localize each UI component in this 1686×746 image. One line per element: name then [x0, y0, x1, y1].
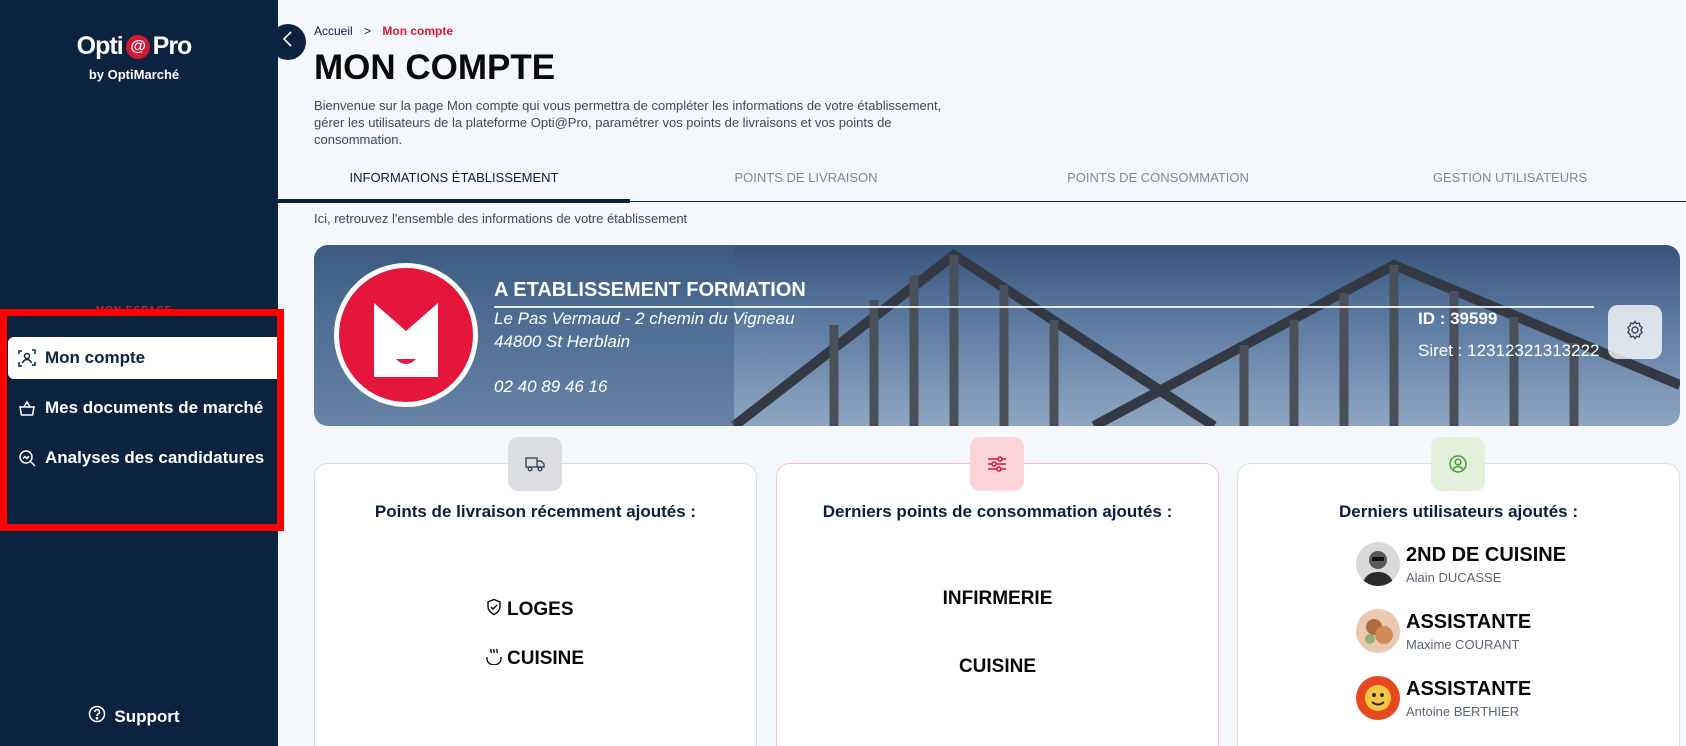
sidebar-item-mon-compte[interactable]: Mon compte [8, 337, 278, 379]
user-scan-icon [18, 349, 36, 367]
card-recent-users: Derniers utilisateurs ajoutés : 2ND DE C… [1237, 437, 1680, 746]
search-chart-icon [18, 449, 36, 467]
avatar [1356, 609, 1400, 653]
user-circle-icon [1431, 437, 1485, 491]
user-role: ASSISTANTE [1406, 610, 1532, 633]
list-item[interactable]: CUISINE [485, 647, 584, 671]
user-name: Maxime COURANT [1406, 636, 1520, 652]
breadcrumb-current: Mon compte [382, 24, 454, 38]
sidebar-item-documents-marche[interactable]: Mes documents de marché [8, 387, 278, 429]
sidebar-collapse-button[interactable] [270, 24, 306, 60]
m-logo-icon [374, 303, 438, 377]
tab-points-livraison[interactable]: POINTS DE LIVRAISON [630, 166, 982, 201]
chevron-left-icon [281, 30, 295, 54]
establishment-address-line2: 44800 St Herblain [494, 332, 631, 351]
main-content: Accueil > Mon compte MON COMPTE Bienvenu… [278, 0, 1686, 746]
truck-icon [508, 437, 562, 491]
page-title: MON COMPTE [314, 48, 556, 87]
user-role: 2ND DE CUISINE [1406, 543, 1567, 566]
shield-check-icon [485, 598, 503, 622]
brand-name-left: Opti [76, 32, 124, 60]
sidebar-section-label: MON ESPACE [95, 305, 173, 316]
tab-gestion-utilisateurs[interactable]: GESTION UTILISATEURS [1334, 166, 1686, 201]
establishment-siret: Siret : 12312321313222 [1418, 341, 1600, 360]
tab-bar: INFORMATIONS ÉTABLISSEMENT POINTS DE LIV… [278, 166, 1686, 203]
banner-divider [494, 306, 1594, 308]
card-title: Derniers utilisateurs ajoutés : [1338, 502, 1579, 521]
user-name: Antoine BERTHIER [1406, 703, 1520, 719]
tab-description: Ici, retrouvez l'ensemble des informatio… [314, 211, 688, 226]
sidebar-item-label: Mon compte [45, 348, 146, 367]
card-recent-consumption-points: Derniers points de consommation ajoutés … [776, 437, 1219, 746]
avatar [1356, 542, 1400, 586]
gear-icon [1625, 319, 1645, 345]
card-recent-delivery-points: Points de livraison récemment ajoutés : … [314, 437, 757, 746]
delivery-point-label: CUISINE [507, 648, 585, 669]
sliders-icon [970, 437, 1024, 491]
basket-icon [18, 399, 36, 417]
establishment-phone: 02 40 89 46 16 [494, 377, 608, 396]
sidebar: Opti @ Pro by OptiMarché MON ESPACE Mon … [0, 0, 278, 746]
breadcrumb-separator: > [364, 24, 372, 38]
brand-at-symbol: @ [125, 34, 150, 59]
establishment-id: ID : 39599 [1418, 309, 1498, 328]
user-role: ASSISTANTE [1406, 677, 1532, 700]
brand-logo[interactable]: Opti @ Pro by OptiMarché [0, 32, 268, 82]
support-link[interactable]: Support [0, 705, 268, 728]
list-item[interactable]: CUISINE [777, 656, 1218, 678]
brand-subtitle: by OptiMarché [88, 67, 180, 82]
tab-points-consommation[interactable]: POINTS DE CONSOMMATION [982, 166, 1334, 201]
tab-informations-etablissement[interactable]: INFORMATIONS ÉTABLISSEMENT [278, 166, 630, 203]
sidebar-nav: Mon compte Mes documents de marché Analy… [8, 337, 278, 487]
page-intro: Bienvenue sur la page Mon compte qui vou… [314, 98, 942, 147]
delivery-point-label: LOGES [507, 599, 574, 620]
list-item[interactable]: INFIRMERIE [777, 588, 1218, 610]
establishment-address-line1: Le Pas Vermaud - 2 chemin du Vigneau [494, 309, 795, 328]
card-title: Points de livraison récemment ajoutés : [374, 502, 697, 521]
sidebar-item-analyses-candidatures[interactable]: Analyses des candidatures [8, 437, 278, 479]
user-name: Alain DUCASSE [1406, 569, 1502, 585]
establishment-banner: A ETABLISSEMENT FORMATION Le Pas Vermaud… [314, 245, 1680, 426]
brand-name-right: Pro [152, 32, 193, 60]
table-row[interactable]: 2ND DE CUISINE Alain DUCASSE [1356, 542, 1566, 586]
establishment-settings-button[interactable] [1608, 305, 1662, 359]
table-row[interactable]: ASSISTANTE Antoine BERTHIER [1356, 676, 1531, 720]
establishment-name: A ETABLISSEMENT FORMATION [494, 279, 806, 301]
table-row[interactable]: ASSISTANTE Maxime COURANT [1356, 609, 1531, 653]
breadcrumb-home[interactable]: Accueil [314, 24, 353, 38]
avatar [1356, 676, 1400, 720]
support-label: Support [114, 706, 180, 726]
establishment-logo [334, 263, 478, 407]
list-item[interactable]: LOGES [485, 598, 574, 622]
card-title: Derniers points de consommation ajoutés … [822, 502, 1173, 521]
sidebar-item-label: Analyses des candidatures [45, 448, 265, 467]
help-circle-icon [88, 705, 106, 728]
sidebar-item-label: Mes documents de marché [45, 398, 264, 417]
steam-icon [485, 647, 503, 671]
breadcrumb: Accueil > Mon compte [314, 24, 453, 38]
